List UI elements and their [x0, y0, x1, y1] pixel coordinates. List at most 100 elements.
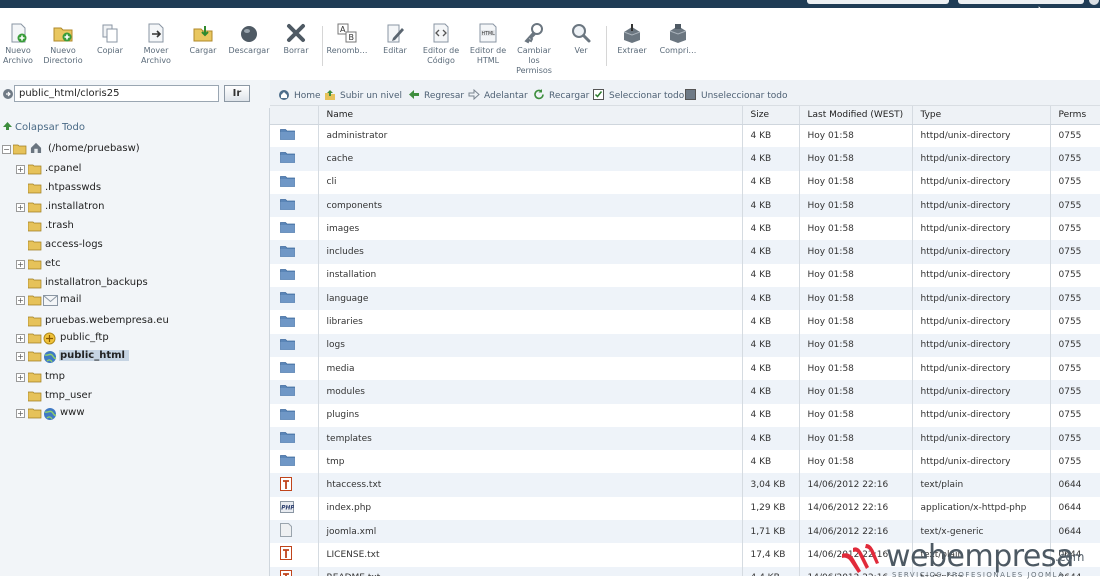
file-perms-cell[interactable]: 0755 — [1050, 333, 1100, 357]
file-perms-cell[interactable]: 0755 — [1050, 263, 1100, 288]
file-name-cell[interactable]: modules — [318, 380, 743, 404]
header-perms[interactable]: Perms — [1050, 106, 1100, 125]
table-row[interactable]: htaccess.txt 3,04 KB 14/06/2012 22:16 text/… — [270, 473, 1100, 497]
file-perms-cell[interactable]: 0755 — [1050, 310, 1100, 334]
file-name-cell[interactable]: libraries — [318, 310, 743, 334]
folder-icon[interactable] — [270, 193, 319, 218]
file-name-cell[interactable]: installation — [318, 263, 743, 288]
expand-toggle-icon[interactable]: + — [16, 203, 25, 212]
forward-link[interactable]: Adelantar — [468, 89, 528, 101]
file-name-cell[interactable]: language — [318, 287, 743, 311]
reload-link[interactable]: Recargar — [533, 89, 589, 101]
text-file-icon[interactable] — [270, 543, 319, 567]
table-row[interactable]: libraries 4 KB Hoy 01:58 httpd/unix-directo… — [270, 310, 1100, 334]
table-row[interactable]: tmp 4 KB Hoy 01:58 httpd/unix-directory 0755 — [270, 450, 1100, 474]
tree-root[interactable]: − (/home/pruebasw) — [2, 142, 222, 158]
file-name-cell[interactable]: tmp — [318, 450, 743, 474]
folder-icon[interactable] — [270, 403, 319, 427]
go-button[interactable]: Ir — [224, 85, 250, 102]
php-file-icon[interactable]: PHP — [270, 496, 319, 521]
tree-item-public-ftp[interactable]: + public_ftp — [16, 331, 216, 347]
tree-item-tmp-user[interactable]: tmp_user — [16, 389, 216, 405]
tree-item-pruebas-webempresa[interactable]: pruebas.webempresa.eu — [16, 314, 216, 330]
folder-icon[interactable] — [270, 147, 319, 171]
upload-button[interactable]: Cargar — [180, 22, 226, 56]
folder-icon[interactable] — [270, 124, 319, 148]
file-name-cell[interactable]: templates — [318, 426, 743, 451]
folder-icon[interactable] — [270, 217, 319, 241]
folder-icon[interactable] — [270, 356, 319, 381]
code-editor-button[interactable]: Editor de Código — [418, 22, 464, 66]
file-perms-cell[interactable]: 0755 — [1050, 170, 1100, 194]
file-perms-cell[interactable]: 0755 — [1050, 287, 1100, 311]
text-file-icon[interactable] — [270, 473, 319, 497]
expand-toggle-icon[interactable]: + — [16, 373, 25, 382]
folder-icon[interactable] — [270, 263, 319, 288]
folder-icon[interactable] — [270, 240, 319, 264]
file-name-cell[interactable]: LICENSE.txt — [318, 543, 743, 567]
new-file-button[interactable]: Nuevo Archivo — [0, 22, 41, 66]
tree-item-htpasswds[interactable]: .htpasswds — [16, 181, 216, 197]
file-name-cell[interactable]: logs — [318, 333, 743, 357]
file-name-cell[interactable]: images — [318, 217, 743, 241]
home-link[interactable]: Home — [278, 89, 321, 101]
tree-item-cpanel[interactable]: + .cpanel — [16, 162, 216, 178]
table-row[interactable]: logs 4 KB Hoy 01:58 httpd/unix-directory 075… — [270, 333, 1100, 357]
new-folder-button[interactable]: Nuevo Directorio — [40, 22, 86, 66]
tree-item-mail[interactable]: + mail — [16, 293, 216, 309]
up-one-level-link[interactable]: Subir un nivel — [324, 89, 402, 101]
file-perms-cell[interactable]: 0644 — [1050, 473, 1100, 497]
collapse-toggle-icon[interactable]: − — [2, 145, 11, 154]
file-perms-cell[interactable]: 0755 — [1050, 193, 1100, 218]
file-perms-cell[interactable]: 0755 — [1050, 403, 1100, 427]
folder-icon[interactable] — [270, 450, 319, 474]
move-file-button[interactable]: Mover Archivo — [133, 22, 179, 66]
file-name-cell[interactable]: index.php — [318, 496, 743, 521]
header-name[interactable]: Name — [318, 106, 743, 125]
file-perms-cell[interactable]: 0755 — [1050, 240, 1100, 264]
table-row[interactable]: cli 4 KB Hoy 01:58 httpd/unix-directory 0755 — [270, 170, 1100, 194]
expand-toggle-icon[interactable]: + — [16, 409, 25, 418]
file-perms-cell[interactable]: 0755 — [1050, 426, 1100, 451]
file-name-cell[interactable]: media — [318, 356, 743, 381]
table-row[interactable]: templates 4 KB Hoy 01:58 httpd/unix-directo… — [270, 426, 1100, 451]
file-perms-cell[interactable]: 0644 — [1050, 496, 1100, 521]
file-perms-cell[interactable]: 0755 — [1050, 147, 1100, 171]
file-name-cell[interactable]: includes — [318, 240, 743, 264]
extract-button[interactable]: Extraer — [609, 22, 655, 56]
expand-toggle-icon[interactable]: + — [16, 296, 25, 305]
file-name-cell[interactable]: cli — [318, 170, 743, 194]
text-file-icon[interactable] — [270, 566, 319, 576]
file-perms-cell[interactable]: 0755 — [1050, 217, 1100, 241]
file-name-cell[interactable]: README.txt — [318, 566, 743, 576]
unselect-all-link[interactable]: Unseleccionar todo — [685, 89, 788, 101]
table-row[interactable]: includes 4 KB Hoy 01:58 httpd/unix-director… — [270, 240, 1100, 264]
top-search-field[interactable] — [807, 0, 949, 4]
table-row[interactable]: images 4 KB Hoy 01:58 httpd/unix-directory 0… — [270, 217, 1100, 241]
header-size[interactable]: Size — [742, 106, 800, 125]
tree-item-public-html[interactable]: + public_html — [16, 349, 216, 365]
permissions-button[interactable]: Cambiar los Permisos — [511, 22, 557, 76]
file-perms-cell[interactable]: 0755 — [1050, 124, 1100, 148]
folder-icon[interactable] — [270, 333, 319, 357]
select-all-link[interactable]: Seleccionar todo — [593, 89, 684, 101]
delete-button[interactable]: Borrar — [273, 22, 319, 56]
table-row[interactable]: components 4 KB Hoy 01:58 httpd/unix-direct… — [270, 193, 1100, 218]
view-button[interactable]: Ver — [558, 22, 604, 56]
file-name-cell[interactable]: cache — [318, 147, 743, 171]
html-editor-button[interactable]: HTML Editor de HTML — [465, 22, 511, 66]
rename-button[interactable]: AB Renomb… — [324, 22, 370, 56]
table-row[interactable]: plugins 4 KB Hoy 01:58 httpd/unix-directory… — [270, 403, 1100, 427]
header-last-modified[interactable]: Last Modified (WEST) — [799, 106, 913, 125]
file-name-cell[interactable]: components — [318, 193, 743, 218]
folder-icon[interactable] — [270, 287, 319, 311]
tree-item-access-logs[interactable]: access-logs — [16, 238, 216, 254]
expand-toggle-icon[interactable]: + — [16, 165, 25, 174]
generic-file-icon[interactable] — [270, 520, 319, 544]
file-perms-cell[interactable]: 0755 — [1050, 450, 1100, 474]
file-perms-cell[interactable]: 0755 — [1050, 380, 1100, 404]
tree-item-etc[interactable]: + etc — [16, 257, 216, 273]
expand-toggle-icon[interactable]: + — [16, 334, 25, 343]
file-name-cell[interactable]: joomla.xml — [318, 520, 743, 544]
table-row[interactable]: modules 4 KB Hoy 01:58 httpd/unix-directory… — [270, 380, 1100, 404]
